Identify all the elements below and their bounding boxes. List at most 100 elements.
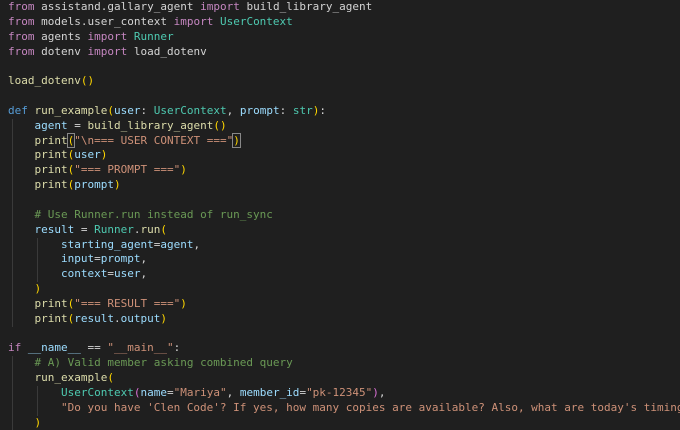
- operator: =: [166, 385, 174, 399]
- comment: # A) Valid member asking combined query: [34, 356, 293, 370]
- code-line-11: print(user): [0, 148, 680, 164]
- code-line-9: agent = build_library_agent(): [0, 118, 680, 134]
- punctuation: :: [279, 103, 293, 117]
- code-editor[interactable]: from assistand.gallary_agent import buil…: [0, 0, 680, 430]
- indent-guide: [12, 296, 13, 312]
- bracket: ): [114, 178, 121, 192]
- keyword-arg: member_id: [239, 385, 300, 399]
- operator: =: [94, 252, 101, 266]
- variable: user: [74, 148, 101, 162]
- code-line-26: run_example(: [0, 371, 680, 386]
- indent-guide: [12, 178, 13, 193]
- code-line-25: # A) Valid member asking combined query: [0, 356, 680, 372]
- module-name: agents: [34, 29, 88, 43]
- bracket: ): [100, 148, 108, 162]
- indent-guide: [12, 356, 13, 372]
- string-literal: "=== PROMPT ===": [74, 163, 181, 177]
- string-literal: "Mariya": [173, 385, 227, 399]
- code-line-18: input=prompt,: [0, 252, 680, 268]
- function-call: print: [34, 163, 68, 177]
- function-call: print: [34, 311, 68, 325]
- indent-guide: [12, 207, 13, 223]
- variable: prompt: [100, 252, 141, 266]
- string-literal: "Do you have 'Clen Code'? If yes, how ma…: [60, 400, 680, 414]
- function-call: load_dotenv: [8, 74, 81, 88]
- code-line-17: starting_agent=agent,: [0, 237, 680, 253]
- code-line-29: ): [0, 415, 680, 430]
- variable: result: [74, 311, 114, 325]
- code-line-8: def run_example(user: UserContext, promp…: [0, 104, 680, 119]
- function-call: build_library_agent: [87, 118, 214, 132]
- keyword-import: import: [173, 14, 214, 28]
- indent-guide: [12, 222, 13, 238]
- code-line-28: "Do you have 'Clen Code'? If yes, how ma…: [0, 400, 680, 416]
- keyword-from: from: [8, 0, 35, 13]
- imported-name: load_dotenv: [127, 44, 207, 58]
- variable: agent: [34, 118, 68, 132]
- punctuation: ,: [140, 267, 148, 281]
- text-cursor: [239, 134, 241, 147]
- bracket: (: [107, 103, 114, 117]
- bracket: ): [34, 282, 42, 296]
- indent-guide: [12, 252, 13, 268]
- code-line-19: context=user,: [0, 267, 680, 283]
- operator: =: [107, 267, 114, 281]
- code-line-6: load_dotenv(): [0, 74, 680, 89]
- indent-guide: [12, 118, 13, 134]
- punctuation: .: [114, 311, 121, 325]
- code-line-14: [0, 192, 680, 208]
- keyword-arg: name: [140, 385, 167, 399]
- function-call: print: [34, 133, 68, 147]
- punctuation: ,: [140, 252, 148, 266]
- variable: result: [34, 222, 75, 236]
- code-line-10: print("\n=== USER CONTEXT ==="): [0, 132, 680, 149]
- keyword-arg: input: [60, 252, 95, 266]
- type-name: str: [292, 103, 313, 117]
- function-call: print: [34, 148, 68, 162]
- indent-guide: [12, 133, 13, 149]
- string-literal: "=== RESULT ===": [74, 296, 181, 310]
- code-line-15: # Use Runner.run instead of run_sync: [0, 207, 680, 223]
- punctuation: ,: [226, 385, 240, 399]
- bracket: ): [372, 385, 379, 399]
- indent-guide: [12, 148, 13, 164]
- indent-guide: [12, 311, 13, 327]
- bracket: (: [213, 118, 220, 132]
- imported-name: build_library_agent: [239, 0, 373, 13]
- variable: user: [113, 267, 141, 281]
- keyword-from: from: [8, 44, 35, 58]
- bracket: ): [87, 74, 95, 88]
- operator: ==: [80, 341, 108, 355]
- code-line-27: UserContext(name="Mariya", member_id="pk…: [0, 385, 680, 401]
- bracket: (: [160, 222, 167, 236]
- indent-guide: [12, 237, 13, 253]
- indent-guide: [37, 385, 38, 401]
- code-line-4: from dotenv import load_dotenv: [0, 45, 680, 60]
- code-line-24: if __name__ == "__main__":: [0, 341, 680, 356]
- method-call: run: [140, 222, 161, 236]
- punctuation: :: [140, 103, 154, 117]
- keyword-arg: context: [60, 267, 108, 281]
- module-name: assistand.gallary_agent: [34, 0, 201, 13]
- punctuation: ,: [226, 103, 240, 117]
- code-line-20: ): [0, 282, 680, 297]
- module-name: models.user_context: [34, 14, 174, 28]
- indent-guide: [12, 163, 13, 179]
- indent-guide: [12, 371, 13, 386]
- operator: =: [67, 118, 88, 132]
- keyword-if: if: [8, 341, 22, 355]
- comment: # Use Runner.run instead of run_sync: [34, 207, 273, 221]
- indent-guide: [12, 192, 13, 208]
- keyword-def: def: [8, 103, 28, 117]
- code-line-21: print("=== RESULT ==="): [0, 296, 680, 312]
- attribute: output: [120, 311, 161, 325]
- module-name: dotenv: [34, 44, 88, 58]
- indent-guide: [37, 237, 38, 253]
- type-name: UserContext: [153, 103, 227, 117]
- bracket: ): [34, 415, 42, 429]
- imported-name: Runner: [127, 29, 174, 43]
- variable: prompt: [74, 178, 114, 192]
- param-name: prompt: [239, 103, 280, 117]
